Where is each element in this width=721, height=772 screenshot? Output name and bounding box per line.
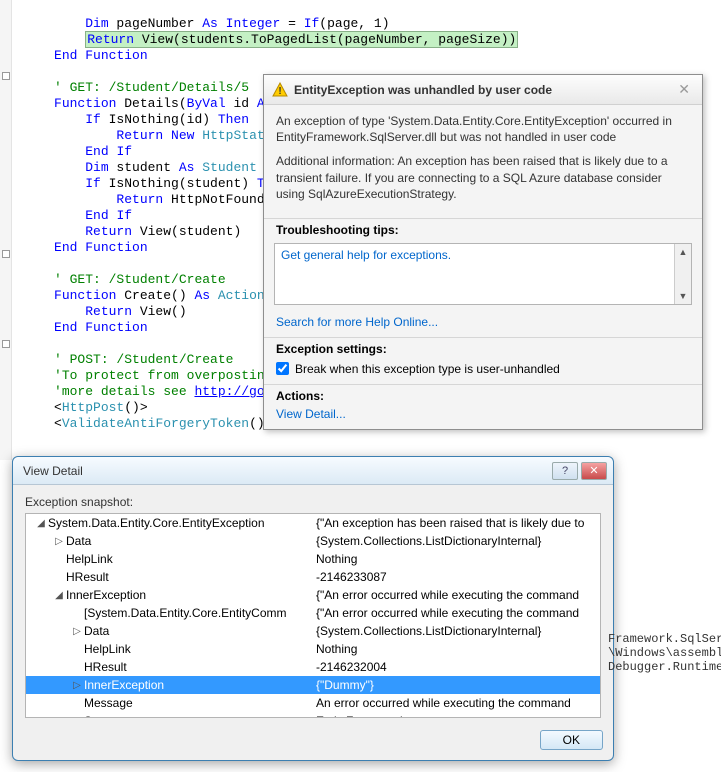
scrollbar[interactable]: ▲ ▼	[674, 244, 691, 304]
break-on-exception-checkbox[interactable]	[276, 362, 289, 375]
property-value: {"Dummy"}	[316, 678, 600, 692]
grid-row[interactable]: HResult -2146233087	[26, 568, 600, 586]
property-value: Nothing	[316, 552, 600, 566]
property-name: HelpLink	[84, 642, 131, 656]
ok-button[interactable]: OK	[540, 730, 603, 750]
background-text: Framework.SqlServe \Windows\assembly\d D…	[608, 618, 721, 674]
expand-icon[interactable]: ▷	[70, 680, 84, 691]
exception-settings-title: Exception settings:	[264, 337, 702, 358]
property-value: {System.Collections.ListDictionaryIntern…	[316, 534, 600, 548]
exception-snapshot-grid[interactable]: ◢System.Data.Entity.Core.EntityException…	[25, 513, 601, 718]
exception-helper-popup: ! EntityException was unhandled by user …	[263, 74, 703, 430]
view-detail-dialog: View Detail ? ✕ Exception snapshot: ◢Sys…	[12, 456, 614, 761]
grid-row[interactable]: ▷Data {System.Collections.ListDictionaryI…	[26, 622, 600, 640]
property-name: Data	[66, 534, 91, 548]
property-name: HelpLink	[66, 552, 113, 566]
close-button[interactable]: ✕	[581, 462, 607, 480]
property-name: HResult	[66, 570, 109, 584]
expand-icon[interactable]: ▷	[70, 626, 84, 637]
popup-body: An exception of type 'System.Data.Entity…	[264, 105, 702, 218]
exception-additional-info: Additional information: An exception has…	[276, 153, 690, 202]
popup-title: EntityException was unhandled by user co…	[294, 83, 674, 97]
close-icon[interactable]: ✕	[674, 81, 694, 98]
property-value: {"An exception has been raised that is l…	[316, 516, 600, 530]
snapshot-label: Exception snapshot:	[25, 495, 601, 509]
grid-row[interactable]: HelpLink Nothing	[26, 640, 600, 658]
exception-description: An exception of type 'System.Data.Entity…	[276, 113, 690, 145]
scroll-down-icon[interactable]: ▼	[675, 288, 691, 304]
property-name: Source	[84, 714, 122, 718]
grid-row[interactable]: [System.Data.Entity.Core.EntityComm {"An …	[26, 604, 600, 622]
property-value: An error occurred while executing the co…	[316, 696, 600, 710]
expand-icon[interactable]: ◢	[34, 518, 48, 529]
property-name: InnerException	[66, 588, 146, 602]
grid-row[interactable]: HResult -2146232004	[26, 658, 600, 676]
property-value: -2146233087	[316, 570, 600, 584]
property-value: -2146232004	[316, 660, 600, 674]
grid-row[interactable]: ◢System.Data.Entity.Core.EntityException…	[26, 514, 600, 532]
help-button[interactable]: ?	[552, 462, 578, 480]
troubleshooting-title: Troubleshooting tips:	[264, 218, 702, 239]
popup-header: ! EntityException was unhandled by user …	[264, 75, 702, 105]
grid-row[interactable]: ◢InnerException {"An error occurred while…	[26, 586, 600, 604]
break-on-exception-label: Break when this exception type is user-u…	[295, 362, 560, 376]
property-name: Data	[84, 624, 109, 638]
general-help-link[interactable]: Get general help for exceptions.	[281, 248, 451, 262]
property-value: {System.Collections.ListDictionaryIntern…	[316, 624, 600, 638]
property-value: {"An error occurred while executing the …	[316, 606, 600, 620]
grid-row[interactable]: HelpLink Nothing	[26, 550, 600, 568]
dialog-titlebar[interactable]: View Detail ? ✕	[13, 457, 613, 485]
property-name: HResult	[84, 660, 127, 674]
expand-icon[interactable]: ▷	[52, 536, 66, 547]
property-name: InnerException	[84, 678, 164, 692]
property-value: {"An error occurred while executing the …	[316, 588, 600, 602]
view-detail-link[interactable]: View Detail...	[264, 405, 702, 429]
scroll-up-icon[interactable]: ▲	[675, 244, 691, 260]
dialog-title: View Detail	[19, 464, 552, 478]
grid-row[interactable]: ▷InnerException {"Dummy"}	[26, 676, 600, 694]
troubleshooting-tips-box: Get general help for exceptions. ▲ ▼	[274, 243, 692, 305]
actions-title: Actions:	[264, 384, 702, 405]
grid-row[interactable]: Message An error occurred while executing…	[26, 694, 600, 712]
svg-text:!: !	[278, 86, 281, 97]
grid-row[interactable]: ▷Data {System.Collections.ListDictionaryI…	[26, 532, 600, 550]
property-value: EntityFramework	[316, 714, 600, 718]
property-value: Nothing	[316, 642, 600, 656]
expand-icon[interactable]: ◢	[52, 590, 66, 601]
warning-icon: !	[272, 82, 288, 98]
search-help-link[interactable]: Search for more Help Online...	[264, 313, 702, 337]
grid-row[interactable]: Source EntityFramework	[26, 712, 600, 718]
property-name: Message	[84, 696, 133, 710]
property-name: [System.Data.Entity.Core.EntityComm	[84, 606, 287, 620]
property-name: System.Data.Entity.Core.EntityException	[48, 516, 265, 530]
